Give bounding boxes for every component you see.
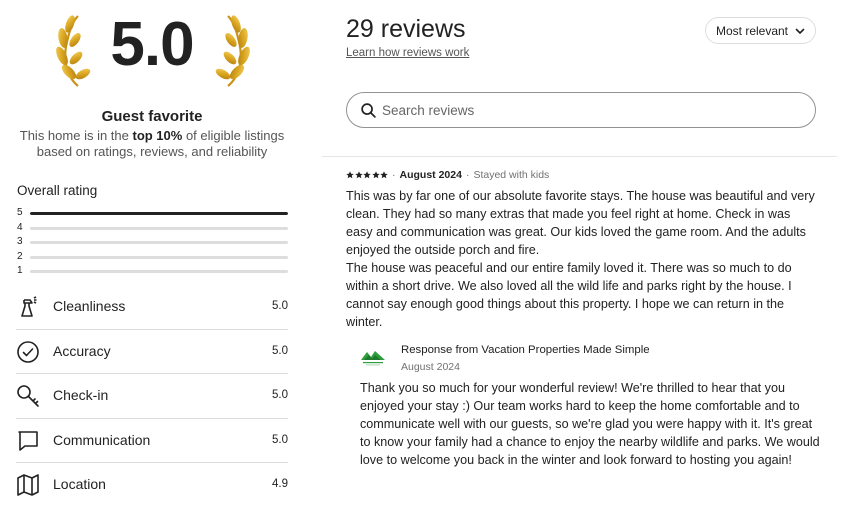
category-label: Accuracy: [53, 342, 111, 359]
search-reviews-box[interactable]: [346, 92, 816, 128]
meta-separator: ·: [392, 168, 396, 181]
rating-bar-track: [30, 241, 288, 244]
reviews-panel: 29 reviews Learn how reviews work Most r…: [322, 0, 837, 505]
map-icon: [17, 474, 39, 496]
desc-text-before: This home is in the: [19, 128, 133, 143]
rating-bar-row: 3: [16, 235, 288, 250]
key-icon: [17, 385, 39, 407]
rating-bar-track: [30, 255, 288, 259]
category-value: 5.0: [272, 300, 288, 312]
response-text: Thank you so much for your wonderful rev…: [360, 381, 820, 467]
guest-favorite-title: Guest favorite: [101, 108, 203, 125]
category-label: Location: [53, 476, 106, 492]
category-location: Location 4.9: [16, 463, 288, 505]
review-stay-type: Stayed with kids: [473, 168, 550, 181]
rating-bar-row: 4: [16, 221, 288, 236]
rating-distribution: 5 4 3 2 1: [16, 206, 288, 279]
review-stars: [346, 170, 388, 179]
category-check-in: Check-in 5.0: [16, 374, 288, 419]
meta-separator: ·: [465, 168, 470, 181]
category-label: Communication: [53, 431, 151, 448]
star-icon: [346, 170, 354, 178]
learn-how-reviews-work-link[interactable]: Learn how reviews work: [346, 47, 469, 59]
star-icon: [363, 170, 371, 178]
rating-bar-label: 1: [17, 265, 23, 276]
star-icon: [380, 170, 388, 178]
laurel-right-icon: [215, 15, 250, 87]
rating-bar-label: 4: [17, 221, 23, 233]
reviews-count-heading: 29 reviews: [346, 15, 466, 43]
search-icon: [361, 103, 376, 118]
rating-bar-row: 2: [16, 250, 288, 265]
category-value: 5.0: [272, 433, 288, 446]
category-ratings: Cleanliness 5.0 Accuracy 5.0 Check-in 5.…: [16, 285, 288, 505]
category-accuracy: Accuracy 5.0: [16, 330, 288, 374]
rating-bar-label: 5: [17, 207, 23, 218]
host-logo-icon: [361, 351, 385, 366]
desc-text-bold: top 10%: [132, 128, 183, 143]
rating-bar-track: [30, 226, 288, 230]
star-icon: [354, 170, 363, 178]
overall-rating-title: Overall rating: [17, 183, 98, 198]
rating-summary-panel: 5.0 Guest favorite This home is in the t…: [16, 0, 288, 505]
spray-bottle-icon: [21, 296, 37, 317]
review-date: August 2024: [399, 168, 462, 181]
check-circle-icon: [17, 340, 39, 363]
rating-bar-track: [30, 212, 288, 215]
guest-favorite-hero: 5.0 Guest favorite This home is in the t…: [16, 0, 288, 165]
rating-bar-track: [30, 270, 288, 273]
message-bubble-icon: [18, 430, 38, 451]
divider: [322, 156, 837, 157]
category-label: Check-in: [53, 387, 109, 403]
rating-bar-row: 5: [16, 206, 288, 221]
sort-label: Most relevant: [715, 23, 789, 38]
review-item: · August 2024 · Stayed with kids This wa…: [346, 168, 816, 331]
search-reviews-input[interactable]: [382, 100, 802, 120]
review-text: This was by far one of our absolute favo…: [346, 189, 815, 329]
category-value: 4.9: [272, 478, 288, 490]
chevron-down-icon: [795, 28, 805, 34]
rating-bar-label: 3: [17, 236, 23, 247]
category-cleanliness: Cleanliness 5.0: [16, 285, 288, 330]
category-value: 5.0: [272, 344, 288, 357]
category-label: Cleanliness: [53, 298, 126, 314]
rating-bar-label: 2: [17, 250, 23, 262]
response-title: Response from Vacation Properties Made S…: [401, 344, 650, 356]
star-icon: [371, 170, 380, 178]
sort-dropdown[interactable]: Most relevant: [705, 17, 816, 44]
category-value: 5.0: [272, 389, 288, 401]
rating-bar-fill: [30, 212, 288, 215]
review-meta: · August 2024 · Stayed with kids: [346, 168, 816, 181]
rating-bar-row: 1: [16, 264, 288, 279]
guest-favorite-description: This home is in the top 10% of eligible …: [16, 128, 288, 160]
response-date: August 2024: [401, 361, 460, 373]
category-communication: Communication 5.0: [16, 419, 288, 463]
